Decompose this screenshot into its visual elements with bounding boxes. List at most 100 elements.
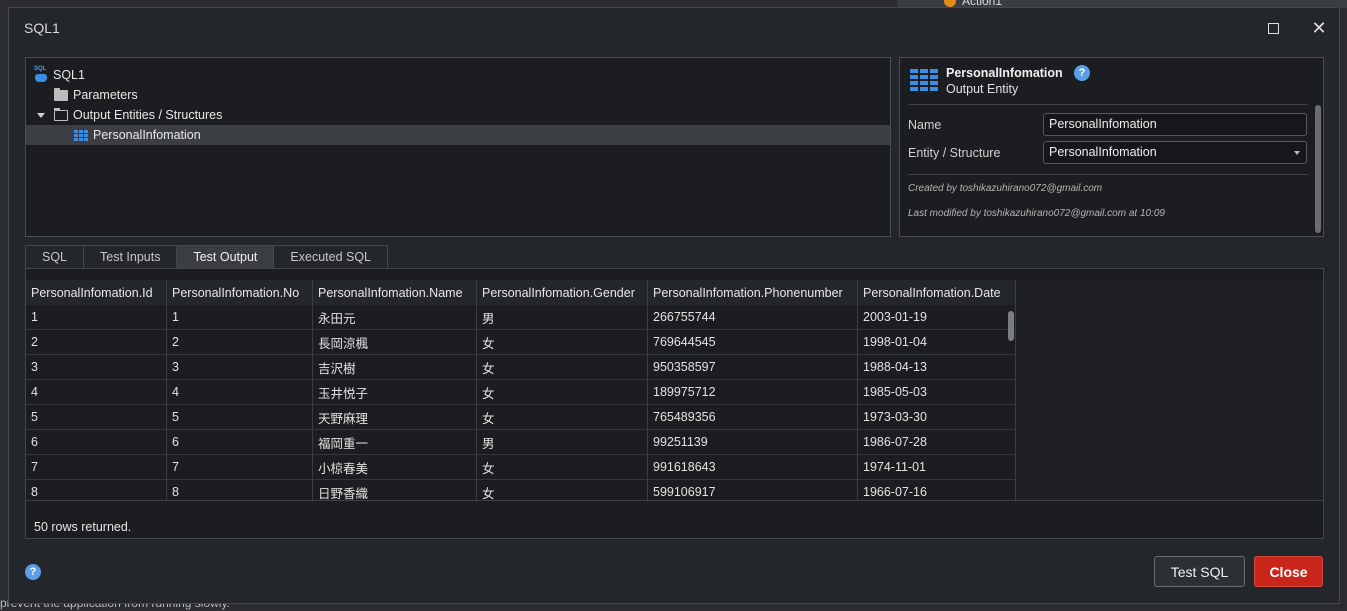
table-cell[interactable]: 3 bbox=[26, 355, 167, 379]
table-cell[interactable]: 長岡涼楓 bbox=[313, 330, 477, 354]
entity-structure-value: PersonalInfomation bbox=[1049, 145, 1157, 159]
column-header[interactable]: PersonalInfomation.Date bbox=[858, 280, 1016, 305]
table-row[interactable]: 7 7 小椋春美女 991618643 1974-11-01 bbox=[26, 455, 1016, 480]
help-icon[interactable]: ? bbox=[1074, 65, 1090, 81]
table-cell[interactable]: 266755744 bbox=[648, 305, 858, 329]
column-header[interactable]: PersonalInfomation.Phonenumber bbox=[648, 280, 858, 305]
table-cell[interactable]: 1974-11-01 bbox=[858, 455, 1016, 479]
column-header[interactable]: PersonalInfomation.No bbox=[167, 280, 313, 305]
table-body: 1 1 永田元男 266755744 2003-01-19 2 2 長岡涼楓女 76964454… bbox=[26, 305, 1016, 500]
close-icon: ✕ bbox=[1311, 17, 1327, 38]
table-cell[interactable]: 189975712 bbox=[648, 380, 858, 404]
table-cell[interactable]: 1988-04-13 bbox=[858, 355, 1016, 379]
table-cell[interactable]: 1973-03-30 bbox=[858, 405, 1016, 429]
entity-grid-icon bbox=[910, 69, 938, 91]
table-cell[interactable]: 1986-07-28 bbox=[858, 430, 1016, 454]
table-cell[interactable]: 男 bbox=[477, 305, 648, 329]
database-icon: SQL bbox=[33, 66, 49, 82]
table-row[interactable]: 1 1 永田元男 266755744 2003-01-19 bbox=[26, 305, 1016, 330]
table-cell[interactable]: 福岡重一 bbox=[313, 430, 477, 454]
created-by-text: Created by toshikazuhirano072@gmail.com bbox=[908, 183, 1103, 194]
table-cell[interactable]: 765489356 bbox=[648, 405, 858, 429]
entity-structure-label: Entity / Structure bbox=[908, 146, 1001, 160]
tab-test-inputs[interactable]: Test Inputs bbox=[83, 245, 178, 268]
table-cell[interactable]: 6 bbox=[26, 430, 167, 454]
table-cell[interactable]: 991618643 bbox=[648, 455, 858, 479]
table-cell[interactable]: 小椋春美 bbox=[313, 455, 477, 479]
entity-grid-icon bbox=[73, 128, 89, 142]
table-cell[interactable]: 5 bbox=[167, 405, 313, 429]
table-row[interactable]: 6 6 福岡重一男 99251139 1986-07-28 bbox=[26, 430, 1016, 455]
table-cell[interactable]: 950358597 bbox=[648, 355, 858, 379]
table-cell[interactable]: 7 bbox=[167, 455, 313, 479]
tree-item-personalinfomation[interactable]: PersonalInfomation bbox=[26, 125, 890, 145]
properties-panel: PersonalInfomation ? Output Entity Name … bbox=[899, 57, 1324, 237]
tab-sql[interactable]: SQL bbox=[25, 245, 85, 268]
table-cell[interactable]: 女 bbox=[477, 405, 648, 429]
table-cell[interactable]: 玉井悦子 bbox=[313, 380, 477, 404]
table-cell[interactable]: 永田元 bbox=[313, 305, 477, 329]
table-cell[interactable]: 女 bbox=[477, 455, 648, 479]
table-cell[interactable]: 女 bbox=[477, 380, 648, 404]
table-row[interactable]: 3 3 吉沢樹女 950358597 1988-04-13 bbox=[26, 355, 1016, 380]
divider bbox=[908, 104, 1308, 105]
dialog-titlebar: SQL1 ✕ bbox=[9, 8, 1339, 48]
tree-item-parameters[interactable]: Parameters bbox=[26, 85, 890, 105]
column-header[interactable]: PersonalInfomation.Gender bbox=[477, 280, 648, 305]
table-cell[interactable]: 女 bbox=[477, 355, 648, 379]
name-input[interactable]: PersonalInfomation bbox=[1043, 113, 1307, 136]
table-cell[interactable]: 769644545 bbox=[648, 330, 858, 354]
sql-dialog: SQL1 ✕ SQL SQL1 Parameters Output Entiti… bbox=[8, 7, 1340, 604]
column-header[interactable]: PersonalInfomation.Name bbox=[313, 280, 477, 305]
table-cell[interactable]: 女 bbox=[477, 480, 648, 500]
close-window-button[interactable]: ✕ bbox=[1303, 14, 1335, 42]
column-header[interactable]: PersonalInfomation.Id bbox=[26, 280, 167, 305]
table-row[interactable]: 2 2 長岡涼楓女 769644545 1998-01-04 bbox=[26, 330, 1016, 355]
table-cell[interactable]: 吉沢樹 bbox=[313, 355, 477, 379]
table-cell[interactable]: 男 bbox=[477, 430, 648, 454]
test-sql-button[interactable]: Test SQL bbox=[1154, 556, 1245, 587]
help-icon[interactable]: ? bbox=[25, 564, 41, 580]
maximize-icon bbox=[1267, 22, 1279, 34]
tree-item-sql1[interactable]: SQL SQL1 bbox=[26, 65, 890, 85]
entity-structure-select[interactable]: PersonalInfomation bbox=[1043, 141, 1307, 164]
table-cell[interactable]: 2 bbox=[167, 330, 313, 354]
last-modified-text: Last modified by toshikazuhirano072@gmai… bbox=[908, 208, 1165, 219]
table-cell[interactable]: 4 bbox=[26, 380, 167, 404]
table-cell[interactable]: 女 bbox=[477, 330, 648, 354]
table-cell[interactable]: 99251139 bbox=[648, 430, 858, 454]
table-cell[interactable]: 2003-01-19 bbox=[858, 305, 1016, 329]
maximize-button[interactable] bbox=[1257, 14, 1289, 42]
table-cell[interactable]: 1998-01-04 bbox=[858, 330, 1016, 354]
folder-icon bbox=[53, 87, 69, 102]
table-row[interactable]: 5 5 天野麻理女 765489356 1973-03-30 bbox=[26, 405, 1016, 430]
table-cell[interactable]: 天野麻理 bbox=[313, 405, 477, 429]
table-cell[interactable]: 6 bbox=[167, 430, 313, 454]
properties-scrollbar[interactable] bbox=[1315, 105, 1321, 233]
table-cell[interactable]: 1 bbox=[26, 305, 167, 329]
table-cell[interactable]: 599106917 bbox=[648, 480, 858, 500]
table-cell[interactable]: 8 bbox=[167, 480, 313, 500]
rows-returned-text: 50 rows returned. bbox=[34, 520, 132, 534]
table-cell[interactable]: 5 bbox=[26, 405, 167, 429]
table-cell[interactable]: 1985-05-03 bbox=[858, 380, 1016, 404]
table-cell[interactable]: 8 bbox=[26, 480, 167, 500]
table-cell[interactable]: 1966-07-16 bbox=[858, 480, 1016, 500]
caret-down-icon[interactable] bbox=[37, 112, 45, 118]
table-cell[interactable]: 4 bbox=[167, 380, 313, 404]
tab-test-output[interactable]: Test Output bbox=[176, 245, 275, 268]
tree-item-label: Parameters bbox=[73, 88, 138, 102]
chevron-down-icon bbox=[1294, 151, 1300, 155]
table-cell[interactable]: 7 bbox=[26, 455, 167, 479]
tree-item-output-entities[interactable]: Output Entities / Structures bbox=[26, 105, 890, 125]
close-button[interactable]: Close bbox=[1254, 556, 1323, 587]
table-cell[interactable]: 2 bbox=[26, 330, 167, 354]
tab-executed-sql[interactable]: Executed SQL bbox=[273, 245, 389, 268]
table-row[interactable]: 8 8 日野香織女 599106917 1966-07-16 bbox=[26, 480, 1016, 500]
tree-item-label: SQL1 bbox=[53, 68, 85, 82]
table-cell[interactable]: 日野香織 bbox=[313, 480, 477, 500]
table-scrollbar[interactable] bbox=[1008, 311, 1014, 341]
table-row[interactable]: 4 4 玉井悦子女 189975712 1985-05-03 bbox=[26, 380, 1016, 405]
table-cell[interactable]: 1 bbox=[167, 305, 313, 329]
table-cell[interactable]: 3 bbox=[167, 355, 313, 379]
